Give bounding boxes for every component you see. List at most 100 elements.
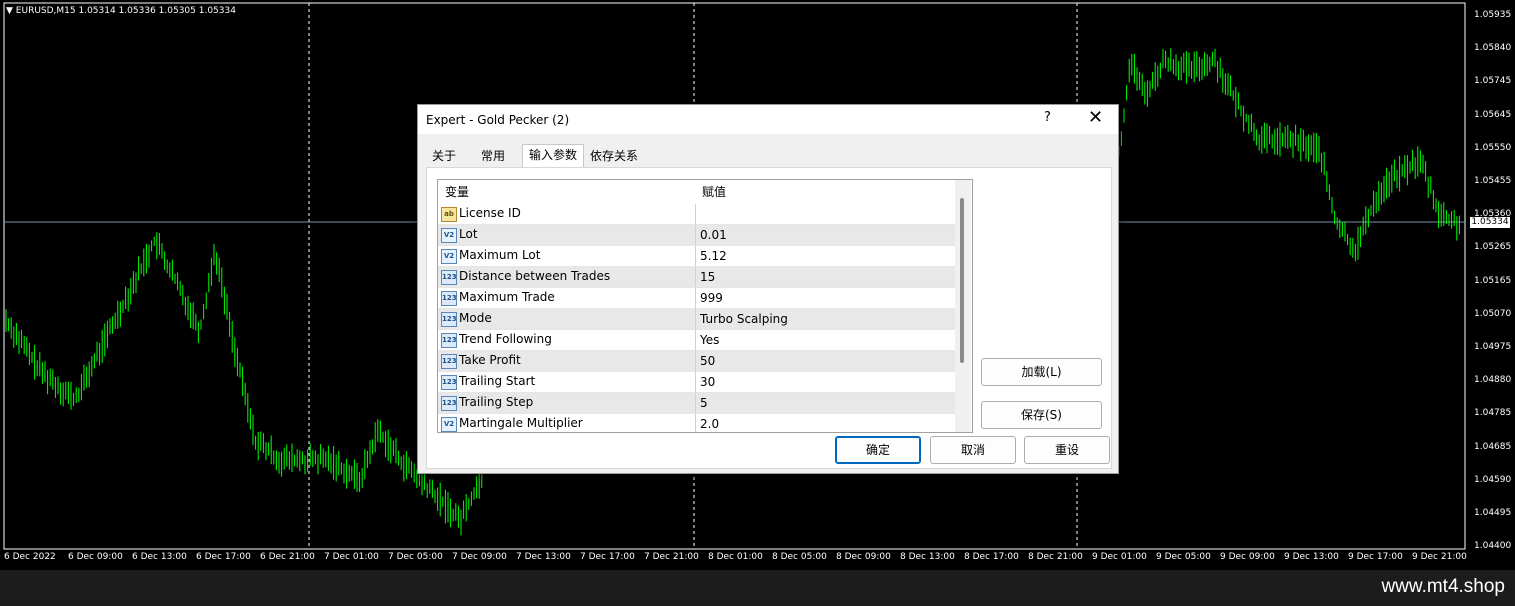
time-tick-label: 8 Dec 13:00 xyxy=(900,552,955,562)
input-row[interactable]: V2 Maximum Lot 5.12 xyxy=(438,246,956,267)
input-row[interactable]: V2 Martingale Multiplier 2.0 xyxy=(438,414,958,432)
help-icon[interactable]: ? xyxy=(1044,110,1051,125)
price-tick-label: 1.05840 xyxy=(1474,43,1512,54)
input-row[interactable]: 123 Maximum Trade 999 xyxy=(438,288,956,309)
price-tick-label: 1.04495 xyxy=(1474,508,1512,518)
price-tick-label: 1.04880 xyxy=(1474,375,1512,386)
price-tick-label: 1.05165 xyxy=(1474,275,1512,286)
price-tick-label: 1.04685 xyxy=(1474,441,1512,452)
price-tick-label: 1.05455 xyxy=(1474,176,1512,186)
variable-value[interactable]: 5.12 xyxy=(695,246,958,266)
variable-name: Martingale Multiplier xyxy=(459,416,583,430)
input-row[interactable]: 123 Trailing Step 5 xyxy=(438,393,956,414)
integer-type-icon: 123 xyxy=(441,312,457,327)
save-button[interactable]: 保存(S) xyxy=(981,401,1102,429)
string-type-icon: ab xyxy=(441,207,457,222)
price-tick-label: 1.05745 xyxy=(1474,76,1512,87)
input-row[interactable]: V2 Lot 0.01 xyxy=(438,225,956,246)
inputs-grid[interactable]: 变量 赋值 ab License ID V2 Lot 0.01 V2 Maximum Lot… xyxy=(437,179,973,433)
tab-common[interactable]: 常用 xyxy=(475,146,511,166)
input-row[interactable]: 123 Take Profit 50 xyxy=(438,351,956,372)
vertical-scrollbar[interactable] xyxy=(955,180,971,432)
double-type-icon: V2 xyxy=(441,249,457,264)
cancel-button[interactable]: 取消 xyxy=(930,436,1016,464)
price-tick-label: 1.05645 xyxy=(1474,109,1512,120)
ok-button[interactable]: 确定 xyxy=(835,436,921,464)
variable-value[interactable] xyxy=(695,204,958,224)
double-type-icon: V2 xyxy=(441,228,457,243)
variable-value[interactable]: 5 xyxy=(695,393,958,413)
close-icon[interactable]: ✕ xyxy=(1088,107,1103,128)
integer-type-icon: 123 xyxy=(441,270,457,285)
symbol-header: ▼ EURUSD,M15 1.05314 1.05336 1.05305 1.0… xyxy=(6,6,236,16)
time-tick-label: 6 Dec 17:00 xyxy=(196,552,251,562)
tab-dependencies[interactable]: 依存关系 xyxy=(584,146,644,166)
input-row[interactable]: 123 Trend Following Yes xyxy=(438,330,956,351)
input-row[interactable]: ab License ID xyxy=(438,204,956,225)
input-row[interactable]: 123 Trailing Start 30 xyxy=(438,372,956,393)
input-row[interactable]: 123 Distance between Trades 15 xyxy=(438,267,956,288)
current-price-label: 1.05334 xyxy=(1470,217,1510,228)
variable-value[interactable]: Yes xyxy=(695,330,958,350)
time-tick-label: 7 Dec 21:00 xyxy=(644,552,699,562)
variable-value[interactable]: 0.01 xyxy=(695,225,958,245)
site-watermark: www.mt4.shop xyxy=(1381,576,1505,597)
variable-value[interactable]: 30 xyxy=(695,372,958,392)
time-tick-label: 6 Dec 13:00 xyxy=(132,552,187,562)
time-tick-label: 7 Dec 13:00 xyxy=(516,552,571,562)
time-tick-label: 9 Dec 09:00 xyxy=(1220,552,1275,562)
price-tick-label: 1.04975 xyxy=(1474,342,1512,352)
integer-type-icon: 123 xyxy=(441,354,457,369)
variable-name: Mode xyxy=(459,311,492,325)
column-header-value[interactable]: 赋值 xyxy=(702,180,727,204)
price-tick-label: 1.05070 xyxy=(1474,308,1512,319)
reset-button[interactable]: 重设 xyxy=(1024,436,1110,464)
time-tick-label: 9 Dec 13:00 xyxy=(1284,552,1339,562)
variable-value[interactable]: 2.0 xyxy=(695,414,958,432)
variable-value[interactable]: 50 xyxy=(695,351,958,371)
variable-name: License ID xyxy=(459,206,521,220)
time-tick-label: 6 Dec 2022 xyxy=(4,552,56,562)
variable-name: Lot xyxy=(459,227,478,241)
variable-value[interactable]: 15 xyxy=(695,267,958,287)
variable-name: Maximum Lot xyxy=(459,248,541,262)
time-tick-label: 7 Dec 09:00 xyxy=(452,552,507,562)
variable-value[interactable]: Turbo Scalping xyxy=(695,309,958,329)
variable-value[interactable]: 999 xyxy=(695,288,958,308)
tab-about[interactable]: 关于 xyxy=(426,146,462,166)
time-tick-label: 8 Dec 17:00 xyxy=(964,552,1019,562)
variable-name: Take Profit xyxy=(459,353,521,367)
time-tick-label: 8 Dec 05:00 xyxy=(772,552,827,562)
time-tick-label: 9 Dec 01:00 xyxy=(1092,552,1147,562)
price-tick-label: 1.04400 xyxy=(1474,541,1512,552)
time-tick-label: 8 Dec 21:00 xyxy=(1028,552,1083,562)
variable-name: Distance between Trades xyxy=(459,269,611,283)
column-header-variable[interactable]: 变量 xyxy=(445,180,470,204)
footer-bar: www.mt4.shop xyxy=(0,570,1515,606)
time-tick-label: 7 Dec 17:00 xyxy=(580,552,635,562)
load-button[interactable]: 加载(L) xyxy=(981,358,1102,386)
time-tick-label: 6 Dec 21:00 xyxy=(260,552,315,562)
variable-name: Trend Following xyxy=(459,332,552,346)
input-row[interactable]: 123 Mode Turbo Scalping xyxy=(438,309,956,330)
tab-inputs[interactable]: 输入参数 xyxy=(522,144,585,168)
double-type-icon: V2 xyxy=(441,417,457,432)
integer-type-icon: 123 xyxy=(441,291,457,306)
time-tick-label: 9 Dec 17:00 xyxy=(1348,552,1403,562)
dialog-titlebar[interactable]: Expert - Gold Pecker (2) ? ✕ xyxy=(418,105,1118,134)
time-tick-label: 6 Dec 09:00 xyxy=(68,552,123,562)
variable-name: Maximum Trade xyxy=(459,290,555,304)
integer-type-icon: 123 xyxy=(441,333,457,348)
time-tick-label: 9 Dec 05:00 xyxy=(1156,552,1211,562)
scrollbar-thumb[interactable] xyxy=(960,198,964,363)
price-tick-label: 1.05550 xyxy=(1474,142,1512,153)
price-tick-label: 1.04590 xyxy=(1474,474,1512,485)
dropdown-arrow-icon[interactable]: ▼ xyxy=(6,6,13,16)
dialog-title: Expert - Gold Pecker (2) xyxy=(426,113,570,127)
price-tick-label: 1.05265 xyxy=(1474,242,1512,253)
time-tick-label: 8 Dec 01:00 xyxy=(708,552,763,562)
time-tick-label: 9 Dec 21:00 xyxy=(1412,552,1467,562)
integer-type-icon: 123 xyxy=(441,375,457,390)
expert-properties-dialog: Expert - Gold Pecker (2) ? ✕ 关于 常用 输入参数 … xyxy=(417,104,1119,474)
symbol-ohlc-text: EURUSD,M15 1.05314 1.05336 1.05305 1.053… xyxy=(15,6,236,16)
